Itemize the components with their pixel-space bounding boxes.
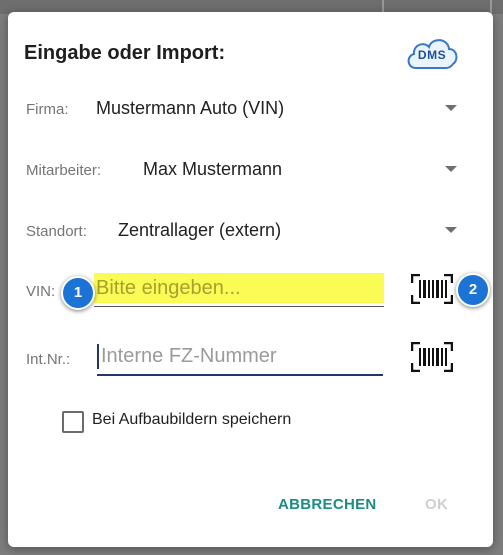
- standort-label: Standort:: [26, 223, 87, 240]
- dialog-title: Eingabe oder Import:: [24, 42, 226, 64]
- save-body-images-checkbox[interactable]: [62, 411, 84, 433]
- standort-select[interactable]: Standort: Zentrallager (extern): [26, 217, 457, 245]
- background-divider: [490, 0, 492, 14]
- dms-cloud-logo: DMS: [404, 34, 460, 72]
- firma-value: Mustermann Auto (VIN): [96, 98, 285, 118]
- mitarbeiter-label: Mitarbeiter:: [26, 162, 102, 179]
- cancel-button[interactable]: ABBRECHEN: [278, 496, 377, 513]
- standort-value: Zentrallager (extern): [118, 220, 282, 240]
- intnr-underline: [97, 374, 383, 376]
- caret-down-icon: [445, 227, 457, 233]
- barcode-scanner-icon: [410, 273, 454, 305]
- barcode-scanner-icon: [410, 341, 454, 373]
- mitarbeiter-select[interactable]: Mitarbeiter: Max Mustermann: [26, 156, 457, 184]
- firma-select[interactable]: Firma: Mustermann Auto (VIN): [26, 95, 457, 123]
- vin-field: [94, 273, 384, 307]
- intnr-field: [97, 341, 383, 376]
- vin-label: VIN:: [26, 283, 56, 300]
- step-badge-2: 2: [456, 273, 490, 307]
- ok-button[interactable]: OK: [425, 496, 448, 513]
- vin-barcode-scan-button[interactable]: [410, 273, 454, 305]
- vin-input[interactable]: [94, 273, 384, 303]
- caret-down-icon: [445, 105, 457, 111]
- caret-down-icon: [445, 166, 457, 172]
- intnr-input[interactable]: [97, 341, 383, 371]
- step-badge-1: 1: [61, 276, 95, 310]
- dms-logo-text: DMS: [417, 48, 447, 62]
- mitarbeiter-value: Max Mustermann: [143, 159, 283, 179]
- intnr-label: Int.Nr.:: [26, 351, 71, 368]
- input-import-dialog: Eingabe oder Import: DMS Firma: Musterma…: [8, 12, 493, 547]
- vin-underline: [94, 306, 384, 307]
- text-cursor: [97, 344, 99, 369]
- save-body-images-label[interactable]: Bei Aufbaubildern speichern: [92, 411, 291, 429]
- firma-label: Firma:: [26, 101, 69, 118]
- intnr-barcode-scan-button[interactable]: [410, 341, 454, 373]
